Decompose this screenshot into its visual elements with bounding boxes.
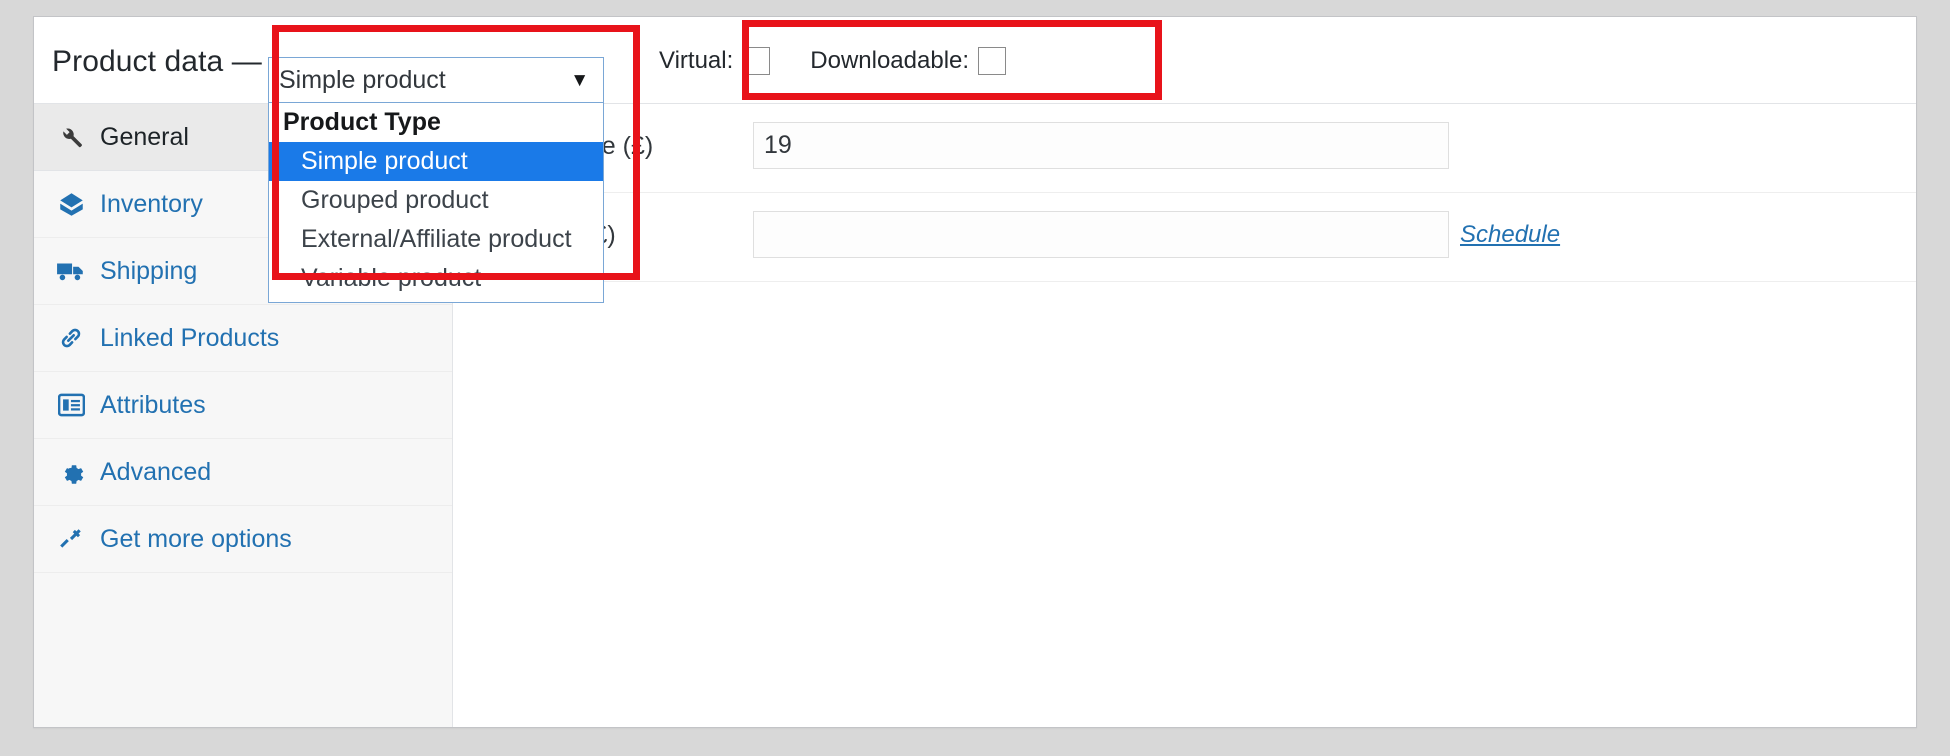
- regular-price-row: Regular price (£) 19: [453, 104, 1916, 193]
- product-type-dropdown-list[interactable]: Product Type Simple product Grouped prod…: [268, 103, 604, 303]
- product-type-group-label: Product Type: [283, 108, 441, 136]
- option-simple-product[interactable]: Simple product: [269, 142, 603, 181]
- tab-linked-products-label: Linked Products: [100, 323, 280, 352]
- tab-get-more-options[interactable]: Get more options: [34, 506, 452, 573]
- virtual-checkbox[interactable]: [742, 47, 771, 75]
- product-data-metabox: Product data — Virtual: Downloadable: Ge…: [33, 16, 1917, 728]
- sale-price-row: Sale price (£) Schedule: [453, 193, 1916, 282]
- truck-icon: [54, 256, 88, 286]
- tab-advanced-label: Advanced: [100, 457, 212, 486]
- regular-price-input[interactable]: 19: [753, 122, 1449, 169]
- option-external-affiliate-product[interactable]: External/Affiliate product: [269, 220, 603, 259]
- tab-inventory-label: Inventory: [100, 189, 203, 218]
- tab-general-label: General: [100, 122, 189, 151]
- page-title: Product data —: [52, 45, 262, 78]
- tab-get-more-options-label: Get more options: [100, 524, 292, 553]
- tab-attributes-label: Attributes: [100, 390, 206, 419]
- downloadable-label: Downloadable:: [810, 47, 970, 74]
- product-flags-group: Virtual: Downloadable:: [659, 47, 1007, 75]
- tab-shipping-label: Shipping: [100, 256, 198, 285]
- sale-price-input[interactable]: [753, 211, 1449, 258]
- screenshot-root: Product data — Virtual: Downloadable: Ge…: [0, 0, 1950, 756]
- tab-advanced[interactable]: Advanced: [34, 439, 452, 506]
- downloadable-flag[interactable]: Downloadable:: [810, 47, 1007, 75]
- schedule-link[interactable]: Schedule: [1460, 221, 1560, 249]
- option-grouped-product[interactable]: Grouped product: [269, 181, 603, 220]
- link-icon: [54, 323, 88, 353]
- list-icon: [54, 390, 88, 420]
- gear-icon: [54, 457, 88, 487]
- tab-attributes[interactable]: Attributes: [34, 372, 452, 439]
- chevron-down-icon: ▼: [570, 69, 589, 91]
- product-type-select[interactable]: Simple product ▼: [268, 57, 604, 103]
- tab-linked-products[interactable]: Linked Products: [34, 305, 452, 372]
- virtual-label: Virtual:: [659, 47, 734, 74]
- plugin-icon: [54, 524, 88, 554]
- option-variable-product[interactable]: Variable product: [269, 259, 603, 298]
- general-tab-panel: Regular price (£) 19 Sale price (£) Sche…: [453, 104, 1916, 727]
- archive-icon: [54, 189, 88, 219]
- product-type-selected-value: Simple product: [279, 65, 446, 94]
- wrench-icon: [54, 122, 88, 152]
- virtual-flag[interactable]: Virtual:: [659, 47, 771, 75]
- downloadable-checkbox[interactable]: [978, 47, 1007, 75]
